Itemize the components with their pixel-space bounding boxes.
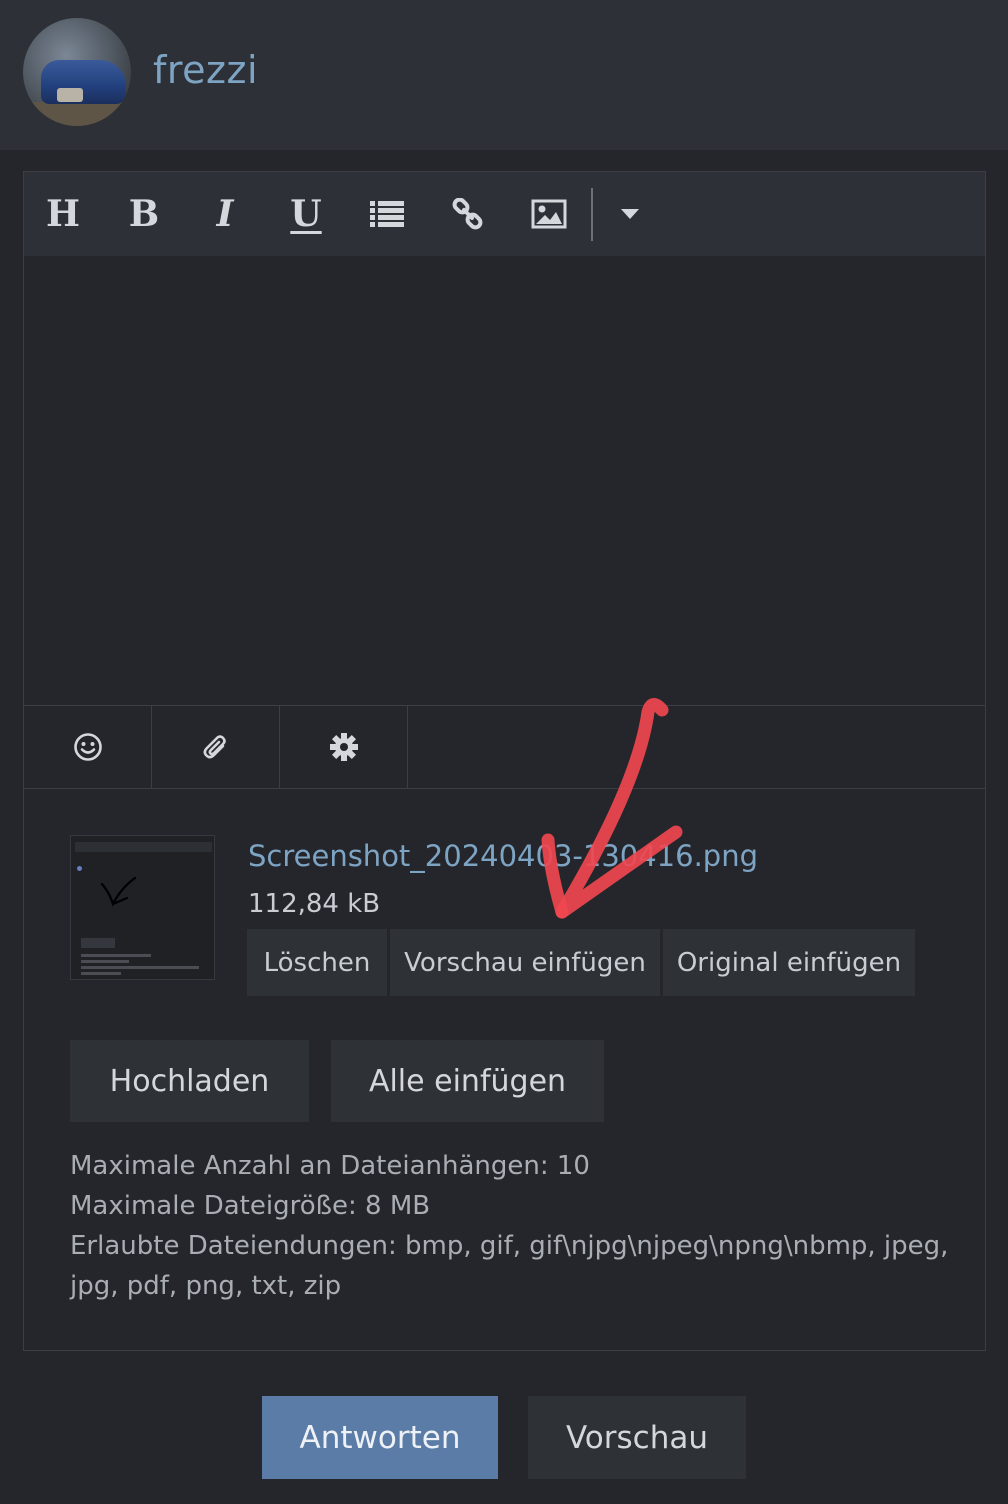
- heading-button[interactable]: H: [33, 172, 93, 256]
- thumbnail-line: [81, 954, 151, 957]
- dropdown-caret-icon: [621, 209, 639, 219]
- insert-preview-button[interactable]: Vorschau einfügen: [390, 929, 660, 996]
- list-button[interactable]: [357, 172, 417, 256]
- attachment-panel: Screenshot_20240403-130416.png 112,84 kB…: [24, 789, 985, 1350]
- gear-icon: [329, 733, 358, 761]
- thumbnail-dot: [77, 866, 82, 871]
- smiley-icon: [73, 733, 102, 761]
- image-icon: [531, 199, 567, 229]
- bold-button[interactable]: B: [114, 172, 174, 256]
- thumbnail-line: [81, 972, 121, 975]
- smilies-tab[interactable]: [24, 706, 152, 788]
- upload-button[interactable]: Hochladen: [70, 1040, 309, 1122]
- link-button[interactable]: [438, 172, 498, 256]
- insert-original-button[interactable]: Original einfügen: [663, 929, 915, 996]
- delete-attachment-button[interactable]: Löschen: [247, 929, 387, 996]
- toolbar-divider: [591, 188, 593, 241]
- max-size-text: Maximale Dateigröße: 8 MB: [70, 1191, 431, 1221]
- avatar-ground: [23, 102, 131, 126]
- thumbnail-scribble: [100, 876, 137, 907]
- post-header: frezzi: [0, 0, 1008, 150]
- thumbnail-button: [81, 938, 115, 948]
- list-icon: [370, 201, 404, 227]
- reply-button[interactable]: Antworten: [262, 1396, 498, 1479]
- formatting-toolbar: H B I U: [24, 172, 985, 256]
- italic-button[interactable]: I: [195, 172, 255, 256]
- insert-all-button[interactable]: Alle einfügen: [331, 1040, 604, 1122]
- reply-editor: H B I U Screenshot_20240403-130416.png 1…: [23, 171, 986, 1351]
- paperclip-icon: [203, 735, 226, 759]
- preview-button[interactable]: Vorschau: [528, 1396, 746, 1479]
- thumbnail-toolbar: [75, 842, 212, 852]
- message-textarea[interactable]: [24, 256, 985, 705]
- max-attachments-text: Maximale Anzahl an Dateianhängen: 10: [70, 1151, 590, 1181]
- username[interactable]: frezzi: [153, 48, 258, 92]
- attachment-thumbnail[interactable]: [70, 835, 215, 980]
- allowed-extensions-text: Erlaubte Dateiendungen: bmp, gif, gif\nj…: [70, 1231, 949, 1301]
- editor-tabs: [24, 705, 985, 789]
- underline-button[interactable]: U: [276, 172, 336, 256]
- thumbnail-line: [81, 966, 199, 969]
- settings-tab[interactable]: [280, 706, 408, 788]
- thumbnail-line: [81, 960, 129, 963]
- avatar-car: [41, 60, 126, 104]
- attachment-limits: Maximale Anzahl an Dateianhängen: 10 Max…: [70, 1146, 950, 1306]
- avatar[interactable]: [23, 18, 131, 126]
- more-options-button[interactable]: [600, 172, 660, 256]
- image-button[interactable]: [519, 172, 579, 256]
- attachment-file-size: 112,84 kB: [248, 889, 381, 919]
- annotation-arrow: [541, 698, 683, 919]
- link-icon: [452, 198, 483, 230]
- attachments-tab[interactable]: [152, 706, 280, 788]
- avatar-lamp: [57, 88, 83, 102]
